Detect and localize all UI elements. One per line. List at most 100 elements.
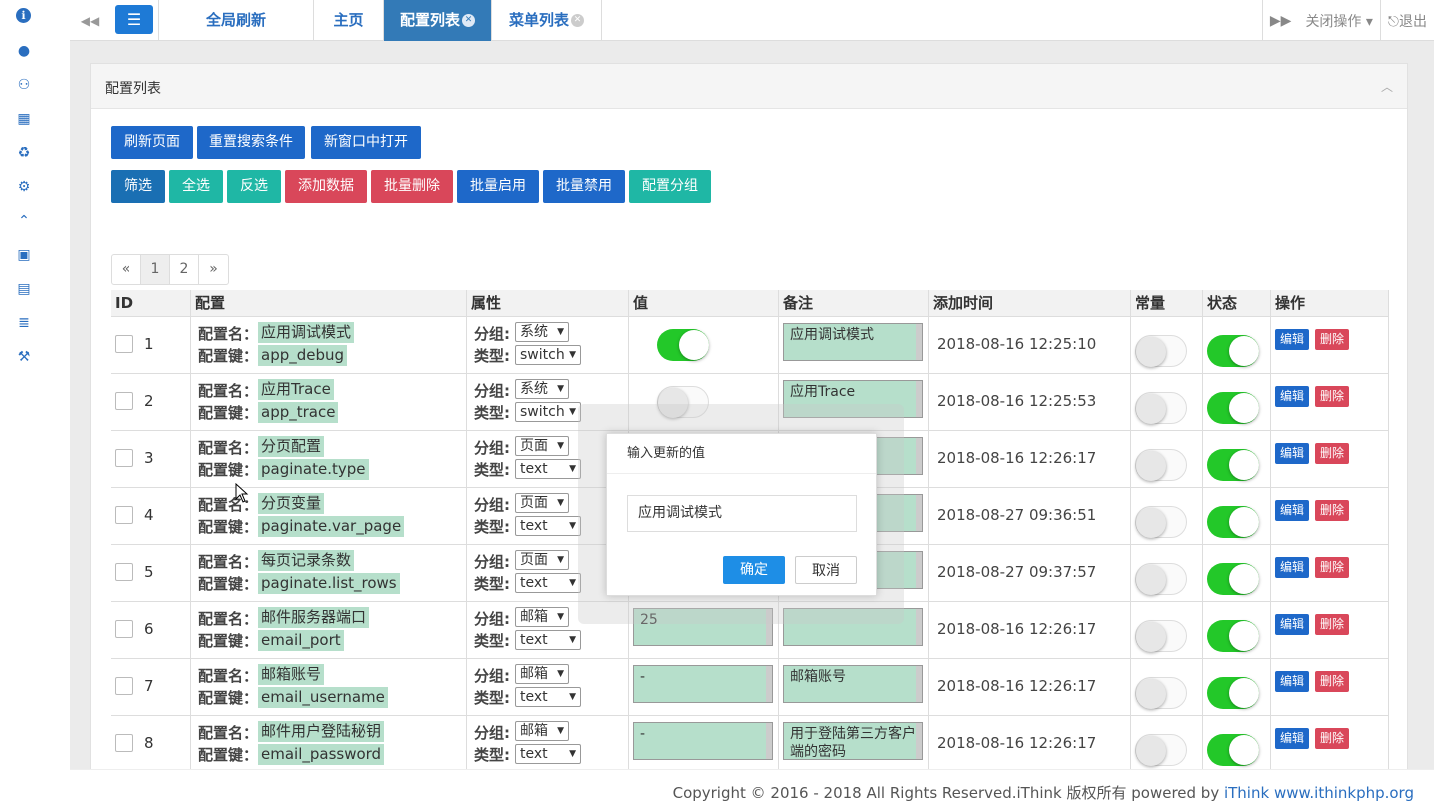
chevron-up-circle-icon[interactable]: ⌃ [15, 212, 33, 230]
edit-button[interactable]: 编辑 [1275, 329, 1310, 350]
edit-button[interactable]: 编辑 [1275, 557, 1310, 578]
action-button[interactable]: 反选 [227, 170, 281, 203]
const-switch[interactable] [1135, 449, 1187, 481]
database-icon[interactable]: ≣ [15, 314, 33, 332]
group-select[interactable]: 邮箱 [515, 607, 569, 627]
toolbar-button[interactable]: 刷新页面 [111, 126, 193, 159]
tab-4[interactable]: 菜单列表 ✕ [492, 0, 602, 41]
page-link[interactable]: 2 [170, 255, 199, 284]
row-checkbox[interactable] [115, 734, 133, 752]
edit-button[interactable]: 编辑 [1275, 671, 1310, 692]
row-checkbox[interactable] [115, 563, 133, 581]
remark-textarea[interactable]: 应用调试模式 [783, 323, 923, 361]
edit-button[interactable]: 编辑 [1275, 614, 1310, 635]
delete-button[interactable]: 删除 [1315, 557, 1350, 578]
delete-button[interactable]: 删除 [1315, 386, 1350, 407]
chevron-up-icon[interactable]: ︿ [1381, 78, 1393, 95]
group-select[interactable]: 页面 [515, 493, 569, 513]
delete-button[interactable]: 删除 [1315, 500, 1350, 521]
users-icon[interactable]: ⚇ [15, 76, 33, 94]
group-select[interactable]: 邮箱 [515, 721, 569, 741]
page-link[interactable]: « [112, 255, 141, 284]
document-icon[interactable]: ▤ [15, 280, 33, 298]
tab-1[interactable]: 全局刷新 [158, 0, 314, 41]
edit-button[interactable]: 编辑 [1275, 443, 1310, 464]
status-switch[interactable] [1207, 563, 1259, 595]
status-switch[interactable] [1207, 449, 1259, 481]
status-switch[interactable] [1207, 506, 1259, 538]
row-checkbox[interactable] [115, 449, 133, 467]
value-textarea[interactable]: - [633, 665, 773, 703]
logout-button[interactable]: ⎋退出 [1381, 11, 1434, 31]
row-checkbox[interactable] [115, 506, 133, 524]
page-link[interactable]: 1 [141, 255, 170, 284]
confirm-button[interactable]: 确定 [723, 556, 785, 584]
tab-3[interactable]: 配置列表 ✕ [384, 0, 492, 41]
briefcase-icon[interactable]: ▣ [15, 246, 33, 264]
delete-button[interactable]: 删除 [1315, 728, 1350, 749]
gears-icon[interactable]: ⚙ [15, 178, 33, 196]
gavel-icon[interactable]: ⚒ [15, 348, 33, 366]
recycle-icon[interactable]: ♻ [15, 144, 33, 162]
status-switch[interactable] [1207, 392, 1259, 424]
group-select[interactable]: 系统 [515, 322, 569, 342]
const-switch[interactable] [1135, 506, 1187, 538]
type-select[interactable]: switch [515, 345, 581, 365]
row-checkbox[interactable] [115, 620, 133, 638]
type-select[interactable]: switch [515, 402, 581, 422]
site-link[interactable]: www.ithinkphp.org [1274, 784, 1414, 802]
delete-button[interactable]: 删除 [1315, 443, 1350, 464]
close-tab-icon[interactable]: ✕ [571, 14, 584, 27]
type-select[interactable]: text [515, 744, 581, 764]
action-button[interactable]: 添加数据 [285, 170, 367, 203]
type-select[interactable]: text [515, 573, 581, 593]
status-switch[interactable] [1207, 620, 1259, 652]
const-switch[interactable] [1135, 677, 1187, 709]
status-switch[interactable] [1207, 677, 1259, 709]
const-switch[interactable] [1135, 620, 1187, 652]
status-switch[interactable] [1207, 335, 1259, 367]
value-input[interactable]: 应用调试模式 [627, 495, 857, 532]
type-select[interactable]: text [515, 459, 581, 479]
action-button[interactable]: 配置分组 [629, 170, 711, 203]
row-checkbox[interactable] [115, 392, 133, 410]
group-select[interactable]: 页面 [515, 436, 569, 456]
close-tab-icon[interactable]: ✕ [462, 14, 475, 27]
delete-button[interactable]: 删除 [1315, 614, 1350, 635]
edit-button[interactable]: 编辑 [1275, 386, 1310, 407]
remark-textarea[interactable]: 用于登陆第三方客户端的密码 [783, 722, 923, 760]
toolbar-button[interactable]: 重置搜索条件 [197, 126, 305, 159]
scroll-right-icon[interactable]: ▶▶ [1263, 13, 1299, 29]
group-select[interactable]: 页面 [515, 550, 569, 570]
const-switch[interactable] [1135, 563, 1187, 595]
const-switch[interactable] [1135, 335, 1187, 367]
delete-button[interactable]: 删除 [1315, 329, 1350, 350]
status-switch[interactable] [1207, 734, 1259, 766]
close-ops-dropdown[interactable]: 关闭操作 ▾ [1298, 11, 1379, 31]
type-select[interactable]: text [515, 516, 581, 536]
group-select[interactable]: 邮箱 [515, 664, 569, 684]
menu-toggle-button[interactable]: ☰ [115, 5, 153, 34]
edit-button[interactable]: 编辑 [1275, 728, 1310, 749]
row-checkbox[interactable] [115, 677, 133, 695]
remark-textarea[interactable]: 邮箱账号 [783, 665, 923, 703]
action-button[interactable]: 筛选 [111, 170, 165, 203]
dashboard-icon[interactable]: ▦ [15, 110, 33, 128]
row-checkbox[interactable] [115, 335, 133, 353]
action-button[interactable]: 全选 [169, 170, 223, 203]
cancel-button[interactable]: 取消 [795, 556, 857, 584]
value-switch[interactable] [657, 329, 709, 361]
user-icon[interactable]: ● [15, 42, 33, 60]
action-button[interactable]: 批量禁用 [543, 170, 625, 203]
const-switch[interactable] [1135, 392, 1187, 424]
toolbar-button[interactable]: 新窗口中打开 [311, 126, 421, 159]
page-link[interactable]: » [199, 255, 228, 284]
info-icon[interactable]: ℹ [16, 8, 31, 23]
action-button[interactable]: 批量删除 [371, 170, 453, 203]
ithink-link[interactable]: iThink [1224, 784, 1269, 802]
value-textarea[interactable]: - [633, 722, 773, 760]
const-switch[interactable] [1135, 734, 1187, 766]
tab-2[interactable]: 主页 [314, 0, 384, 41]
delete-button[interactable]: 删除 [1315, 671, 1350, 692]
collapse-left-icon[interactable]: ◀◀ [78, 10, 102, 32]
